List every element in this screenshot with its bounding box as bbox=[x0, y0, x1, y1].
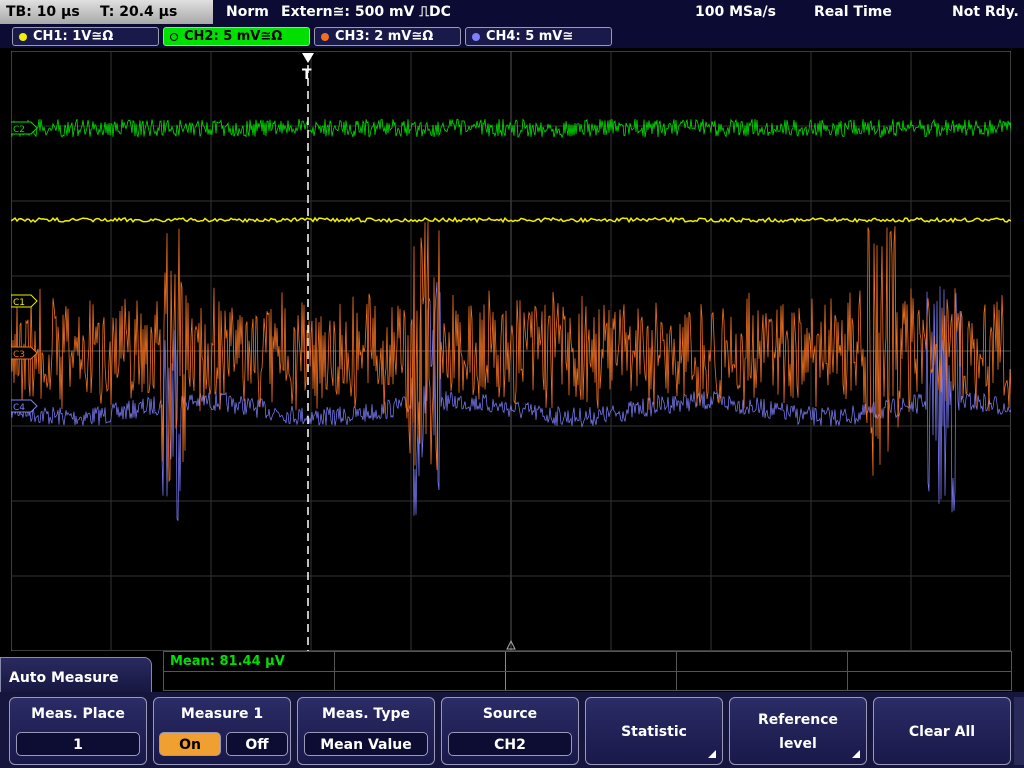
status-bar: TB: 10 µs T: 20.4 µs Norm Extern≅: 500 m… bbox=[0, 0, 1024, 25]
source-softkey[interactable]: Source CH2 bbox=[441, 697, 579, 765]
menu-title: Auto Measure bbox=[0, 657, 152, 697]
ch3-label: CH3: 2 mV≅Ω bbox=[335, 29, 434, 44]
reference-level-caption-1: Reference bbox=[757, 712, 839, 728]
trigger-source[interactable]: Extern≅: 500 mV ⎍DC bbox=[281, 4, 451, 20]
meas-place-softkey[interactable]: Meas. Place 1 bbox=[9, 697, 147, 765]
clear-all-softkey[interactable]: Clear All bbox=[873, 697, 1011, 765]
meas-type-softkey[interactable]: Meas. Type Mean Value bbox=[297, 697, 435, 765]
svg-text:C2: C2 bbox=[13, 125, 25, 135]
source-caption: Source bbox=[482, 706, 538, 722]
clear-all-caption: Clear All bbox=[908, 724, 976, 740]
ch2-color-icon bbox=[170, 33, 178, 41]
meas-type-caption: Meas. Type bbox=[322, 706, 410, 722]
meas-type-value[interactable]: Mean Value bbox=[304, 732, 428, 756]
ch4-color-icon bbox=[472, 33, 480, 41]
svg-text:T: T bbox=[302, 67, 312, 83]
menu-scroll-indicator[interactable] bbox=[1014, 697, 1024, 765]
measurement-readout: Mean: 81.44 µV bbox=[170, 654, 285, 669]
waveform-display[interactable]: C1 C2 C3 C4 T bbox=[11, 51, 1011, 651]
source-value[interactable]: CH2 bbox=[448, 732, 572, 756]
reference-level-softkey[interactable]: Reference level bbox=[729, 697, 867, 765]
measure1-on-button[interactable]: On bbox=[159, 732, 221, 756]
statistic-softkey[interactable]: Statistic bbox=[585, 697, 723, 765]
svg-text:C1: C1 bbox=[13, 298, 25, 308]
sample-rate: 100 MSa/s bbox=[695, 4, 777, 20]
tab-ch3[interactable]: CH3: 2 mV≅Ω bbox=[314, 27, 461, 46]
measure1-off-button[interactable]: Off bbox=[226, 732, 288, 756]
submenu-arrow-icon bbox=[852, 750, 860, 758]
reference-level-caption-2: level bbox=[779, 736, 817, 752]
ch3-color-icon bbox=[321, 33, 329, 41]
meas-place-caption: Meas. Place bbox=[31, 706, 125, 722]
meas-place-value[interactable]: 1 bbox=[16, 732, 140, 756]
tab-ch2[interactable]: CH2: 5 mV≅Ω bbox=[163, 27, 310, 46]
svg-text:C4: C4 bbox=[13, 403, 25, 413]
measurement-strip: Mean: 81.44 µV bbox=[163, 651, 1012, 691]
timebase-box[interactable]: TB: 10 µs T: 20.4 µs bbox=[0, 0, 213, 24]
ch1-color-icon bbox=[19, 33, 27, 41]
submenu-arrow-icon bbox=[708, 750, 716, 758]
statistic-caption: Statistic bbox=[621, 724, 687, 740]
ch4-label: CH4: 5 mV≅ bbox=[486, 29, 574, 44]
trigger-mode[interactable]: Norm bbox=[226, 4, 269, 20]
menu-title-label: Auto Measure bbox=[9, 670, 119, 686]
ch2-label: CH2: 5 mV≅Ω bbox=[184, 29, 283, 44]
tab-ch1[interactable]: CH1: 1V≅Ω bbox=[12, 27, 159, 46]
trigger-time-label: T: 20.4 µs bbox=[100, 4, 178, 20]
measure1-caption: Measure 1 bbox=[180, 706, 264, 722]
svg-text:C3: C3 bbox=[13, 350, 25, 360]
tab-ch4[interactable]: CH4: 5 mV≅ bbox=[465, 27, 612, 46]
ch1-label: CH1: 1V≅Ω bbox=[33, 29, 114, 44]
measure1-softkey[interactable]: Measure 1 On Off bbox=[153, 697, 291, 765]
acquisition-mode[interactable]: Real Time bbox=[814, 4, 892, 20]
channel-tabs: CH1: 1V≅Ω CH2: 5 mV≅Ω CH3: 2 mV≅Ω CH4: 5… bbox=[0, 25, 1024, 48]
trigger-state: Not Rdy. bbox=[952, 4, 1019, 20]
timebase-label: TB: 10 µs bbox=[6, 4, 80, 20]
